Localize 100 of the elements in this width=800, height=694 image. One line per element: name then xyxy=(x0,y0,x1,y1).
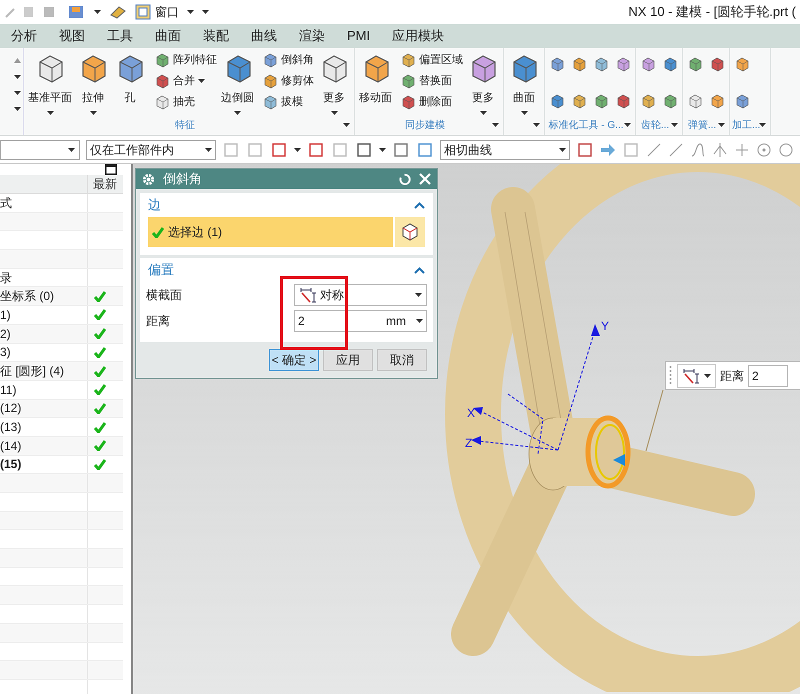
feature-name[interactable]: 1) xyxy=(0,306,11,324)
check-icon xyxy=(94,328,106,340)
ribbon-small-button[interactable]: 倒斜角 xyxy=(262,51,314,69)
ribbon-button[interactable]: 拉伸 xyxy=(76,48,110,116)
caret-icon xyxy=(492,123,499,127)
collapse-icon[interactable] xyxy=(414,266,425,274)
settings-icon[interactable] xyxy=(142,172,155,186)
caret-icon xyxy=(94,10,101,14)
group-label: 特征 xyxy=(175,118,195,132)
scroll-up-icon[interactable] xyxy=(14,58,21,63)
ribbon-button[interactable]: 更多 xyxy=(466,48,500,116)
maximize-icon[interactable] xyxy=(105,164,117,175)
feature-name[interactable]: (13) xyxy=(0,418,22,436)
menu-tab[interactable]: PMI xyxy=(336,24,382,48)
section-title[interactable]: 偏置 xyxy=(148,260,174,280)
menu-tab[interactable]: 曲线 xyxy=(240,24,288,48)
edge-select-button[interactable] xyxy=(395,217,425,247)
distance-input[interactable]: 2 xyxy=(748,364,788,386)
dialog-button[interactable]: < 确定 > xyxy=(269,349,319,371)
feature-name[interactable]: 3) xyxy=(0,343,11,362)
menu-tab[interactable]: 视图 xyxy=(48,24,96,48)
section-title[interactable]: 边 xyxy=(148,195,161,215)
intersection-icon[interactable] xyxy=(712,142,728,158)
caret-icon xyxy=(205,148,212,152)
scope-dropdown[interactable]: 仅在工作部件内 xyxy=(86,140,216,160)
menu-tab[interactable]: 曲面 xyxy=(144,24,192,48)
cross-section-dropdown[interactable] xyxy=(677,364,716,388)
feature-name[interactable]: (15) xyxy=(0,455,22,474)
tool-icon xyxy=(640,93,656,109)
ribbon-button[interactable]: 孔 xyxy=(113,48,147,116)
menu-tab[interactable]: 装配 xyxy=(192,24,240,48)
caret-icon xyxy=(759,123,766,127)
ribbon-button[interactable]: 曲面 xyxy=(507,48,541,116)
group-label: 加工... xyxy=(732,118,760,132)
ribbon-small-button[interactable]: 删除面 xyxy=(400,93,463,111)
feature-name[interactable]: (14) xyxy=(0,436,22,455)
caret-icon xyxy=(416,319,423,323)
dialog-button[interactable]: 取消 xyxy=(377,349,427,371)
tool-icon xyxy=(549,93,565,109)
ribbon-button[interactable]: 更多 xyxy=(317,48,351,116)
caret-icon xyxy=(718,123,725,127)
field-label: 横截面 xyxy=(146,287,183,304)
ribbon-button[interactable]: 移动面 xyxy=(358,48,393,116)
caret-icon xyxy=(14,91,21,95)
menu-tab[interactable]: 分析 xyxy=(0,24,48,48)
feature-name[interactable]: 式 xyxy=(0,194,12,212)
ribbon-button[interactable]: 边倒圆 xyxy=(220,48,255,116)
tool-icon xyxy=(400,73,416,89)
tool-icon xyxy=(709,93,725,109)
arrow-icon[interactable] xyxy=(600,142,616,156)
circle-center-icon[interactable] xyxy=(756,142,772,158)
feature-name[interactable]: (12) xyxy=(0,399,22,418)
caret-icon xyxy=(187,10,194,14)
line-icon[interactable] xyxy=(646,142,662,158)
filter-dropdown[interactable] xyxy=(0,140,80,160)
check-icon xyxy=(94,346,106,358)
unit-dropdown[interactable]: mm xyxy=(386,312,406,330)
ribbon-small-button[interactable]: 替换面 xyxy=(400,72,463,90)
caret-icon xyxy=(343,123,350,127)
circle-icon[interactable] xyxy=(778,142,794,158)
ribbon-small-button[interactable]: 合并 xyxy=(154,72,217,90)
caret-icon xyxy=(234,110,241,114)
feature-name[interactable]: 11) xyxy=(0,380,16,399)
cross-section-dropdown[interactable]: 对称 xyxy=(294,284,427,306)
ribbon-button[interactable]: 基准平面 xyxy=(27,48,73,116)
curve-rule-dropdown[interactable]: 相切曲线 xyxy=(440,140,570,160)
cross-section-icon xyxy=(299,287,317,303)
distance-field[interactable]: 2 mm xyxy=(294,310,427,332)
dialog-button[interactable]: 应用 xyxy=(323,349,373,371)
caret-icon xyxy=(46,110,54,114)
crosshair-icon[interactable] xyxy=(734,142,750,158)
line-icon[interactable] xyxy=(668,142,684,158)
group-label: 弹簧... xyxy=(688,118,716,132)
ribbon-small-button[interactable]: 阵列特征 xyxy=(154,51,217,69)
tool-icon xyxy=(615,56,631,72)
close-icon[interactable] xyxy=(419,173,431,185)
caret-icon xyxy=(198,79,205,83)
tool-icon xyxy=(734,56,750,72)
tool-icon xyxy=(593,93,609,109)
feature-name[interactable]: 2) xyxy=(0,324,11,343)
feature-name[interactable]: 录 xyxy=(0,268,12,287)
menu-tab[interactable]: 应用模块 xyxy=(381,24,456,48)
reset-icon[interactable] xyxy=(398,172,411,186)
group-label: 标准化工具 - G... xyxy=(548,118,624,132)
grip-icon[interactable] xyxy=(668,364,673,386)
collapse-icon[interactable] xyxy=(414,202,425,208)
menu-tab[interactable]: 渲染 xyxy=(288,24,336,48)
ribbon-small-button[interactable]: 偏置区域 xyxy=(400,51,463,69)
caret-icon xyxy=(14,75,21,79)
tool-icon xyxy=(734,93,750,109)
tool-icon xyxy=(549,56,565,72)
window-menu[interactable]: 窗口 xyxy=(135,3,179,21)
check-icon xyxy=(94,290,106,302)
ribbon-small-button[interactable]: 修剪体 xyxy=(262,72,314,90)
select-edge-row[interactable]: 选择边 (1) xyxy=(148,217,393,247)
tool-icon xyxy=(262,52,278,68)
menu-tab[interactable]: 工具 xyxy=(96,24,144,48)
save-icon[interactable] xyxy=(68,4,86,20)
ribbon-small-button[interactable]: 抽壳 xyxy=(154,93,217,111)
ribbon-small-button[interactable]: 拔模 xyxy=(262,93,314,111)
